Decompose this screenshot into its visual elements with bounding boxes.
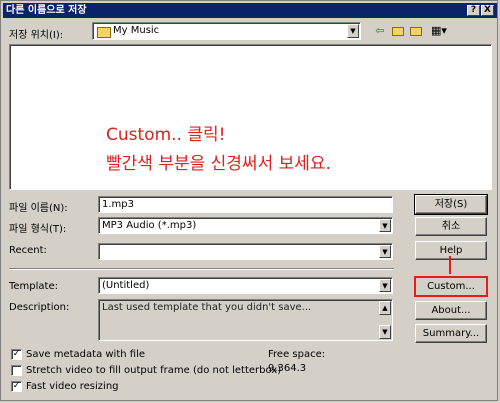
save-location-value: My Music xyxy=(113,25,160,36)
filename-label: 파일 이름(N): xyxy=(9,203,68,214)
chevron-down-icon[interactable]: ▼ xyxy=(379,279,391,292)
cancel-button[interactable]: 취소 xyxy=(415,217,487,236)
save-button[interactable]: 저장(S) xyxy=(414,194,488,215)
custom-button[interactable]: Custom... xyxy=(415,277,487,296)
dialog-title: 다른 이름으로 저장 xyxy=(6,5,87,16)
separator xyxy=(9,268,394,270)
save-location-combo[interactable]: My Music ▼ xyxy=(92,22,361,40)
filetype-combo[interactable]: MP3 Audio (*.mp3) ▼ xyxy=(98,217,393,234)
folder-icon xyxy=(97,27,111,38)
title-bar: 다른 이름으로 저장 ? X xyxy=(3,3,497,18)
free-space-label: Free space: xyxy=(268,349,326,360)
fast-resizing-label: Fast video resizing xyxy=(26,381,119,392)
chevron-down-icon[interactable]: ▼ xyxy=(347,24,359,38)
filename-input[interactable]: 1.mp3 xyxy=(98,196,393,213)
template-value: (Untitled) xyxy=(102,280,150,291)
summary-button[interactable]: Summary... xyxy=(415,324,487,343)
scroll-down-icon[interactable]: ▼ xyxy=(379,325,391,339)
back-arrow-icon[interactable]: ⇦ xyxy=(373,24,387,38)
pointer-arrow-icon xyxy=(449,256,451,274)
save-metadata-checkbox[interactable]: ✓ xyxy=(11,349,22,360)
help-title-button[interactable]: ? xyxy=(467,5,480,16)
view-menu-icon[interactable]: ▦▾ xyxy=(429,24,449,38)
up-folder-icon[interactable] xyxy=(391,24,405,38)
file-list[interactable]: Custom.. 클릭! 빨간색 부분을 신경써서 보세요. xyxy=(9,44,492,190)
stretch-video-checkbox[interactable] xyxy=(11,365,22,376)
description-value: Last used template that you didn't save.… xyxy=(102,302,312,313)
free-space-value: 9,364.3 xyxy=(268,363,307,374)
template-combo[interactable]: (Untitled) ▼ xyxy=(98,277,393,294)
annotation-line-2: 빨간색 부분을 신경써서 보세요. xyxy=(106,154,331,174)
template-label: Template: xyxy=(9,281,58,292)
filetype-value: MP3 Audio (*.mp3) xyxy=(102,220,197,231)
chevron-down-icon[interactable]: ▼ xyxy=(379,245,391,258)
new-folder-icon[interactable] xyxy=(409,24,423,38)
filetype-label: 파일 형식(T): xyxy=(9,224,67,235)
save-as-dialog: 다른 이름으로 저장 ? X 저장 위치(I): My Music ▼ ⇦ ▦▾… xyxy=(0,0,498,401)
stretch-video-label: Stretch video to fill output frame (do n… xyxy=(26,365,282,376)
help-button[interactable]: Help xyxy=(415,241,487,260)
chevron-down-icon[interactable]: ▼ xyxy=(379,219,391,232)
description-box[interactable]: Last used template that you didn't save.… xyxy=(98,299,393,341)
recent-label: Recent: xyxy=(9,245,47,256)
annotation-line-1: Custom.. 클릭! xyxy=(106,125,226,145)
save-location-label: 저장 위치(I): xyxy=(9,30,64,41)
fast-resizing-checkbox[interactable]: ✓ xyxy=(11,381,22,392)
recent-combo[interactable]: ▼ xyxy=(98,243,393,260)
scroll-up-icon[interactable]: ▲ xyxy=(379,301,391,315)
about-button[interactable]: About... xyxy=(415,301,487,320)
save-metadata-label: Save metadata with file xyxy=(26,349,145,360)
description-label: Description: xyxy=(9,302,70,313)
filename-value: 1.mp3 xyxy=(102,199,134,210)
close-title-button[interactable]: X xyxy=(481,5,494,16)
